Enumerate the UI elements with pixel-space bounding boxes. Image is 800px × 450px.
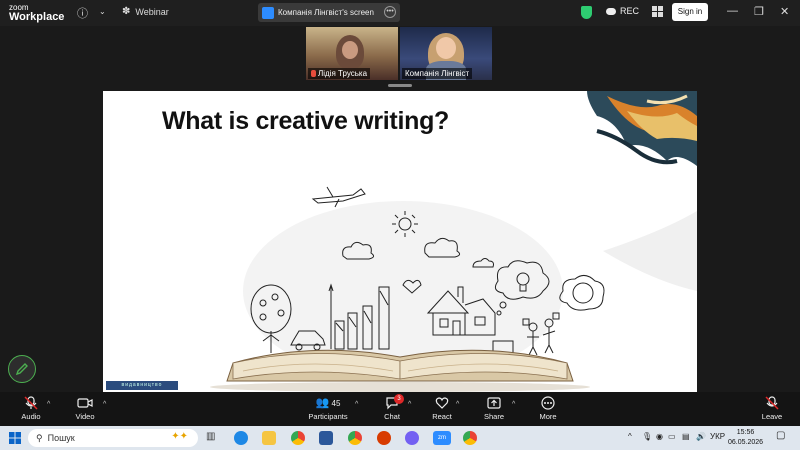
- windows-start-icon[interactable]: [9, 432, 21, 444]
- participant-name-tag: Лідія Труська: [308, 68, 371, 79]
- audio-options-caret[interactable]: ^: [47, 401, 50, 408]
- recording-indicator[interactable]: REC: [606, 6, 639, 16]
- chat-options-caret[interactable]: ^: [408, 401, 411, 408]
- webinar-indicator[interactable]: ✽ Webinar: [122, 6, 169, 17]
- security-shield-icon[interactable]: [581, 6, 592, 19]
- muted-mic-icon: [311, 70, 316, 77]
- tray-battery-icon[interactable]: ▭: [668, 432, 676, 441]
- meeting-toolbar: Audio ^ Video ^ 👥 45 Participants ^ 3 Ch…: [0, 392, 800, 426]
- leave-label: Leave: [761, 412, 783, 421]
- file-explorer-icon[interactable]: [262, 431, 276, 445]
- rec-label: REC: [620, 6, 640, 16]
- search-highlight-icon: ✦✦: [171, 431, 188, 442]
- chat-button[interactable]: 3 Chat: [380, 394, 404, 421]
- pencil-icon: [15, 363, 28, 376]
- zoom-logo: zoom Workplace: [9, 3, 64, 23]
- viber-icon[interactable]: [405, 431, 419, 445]
- participants-count: 45: [331, 399, 341, 408]
- tray-overflow-icon[interactable]: ^: [628, 432, 632, 441]
- notifications-icon[interactable]: ▢: [776, 430, 785, 441]
- publisher-strip: видавництво: [106, 381, 178, 390]
- react-options-caret[interactable]: ^: [456, 401, 459, 408]
- leave-icon: [765, 396, 779, 410]
- chat-icon: 3: [385, 394, 404, 410]
- shared-screen-slide: What is creative writing? видавництво: [103, 91, 697, 392]
- screen-share-tab[interactable]: Компанія Лінгвіст's screen •••: [258, 3, 400, 22]
- participant-name-tag: Компанія Лінгвіст: [402, 68, 473, 79]
- clock-date: 06.05.2026: [728, 439, 764, 446]
- share-screen-icon: [487, 397, 501, 409]
- chrome-window-icon[interactable]: [463, 431, 477, 445]
- zoom-taskbar-icon[interactable]: zm: [433, 431, 451, 445]
- share-options-icon[interactable]: •••: [384, 6, 396, 18]
- cloud-icon: [606, 7, 616, 15]
- info-icon[interactable]: ⓘ: [77, 5, 88, 21]
- video-strip: Лідія Труська Компанія Лінгвіст: [306, 27, 492, 80]
- pdf-reader-icon[interactable]: [377, 431, 391, 445]
- sign-in-button[interactable]: Sign in: [672, 3, 708, 21]
- participants-button[interactable]: 👥 45 Participants: [308, 396, 348, 421]
- muted-mic-icon: [24, 396, 38, 410]
- chrome-profile-icon[interactable]: [348, 431, 362, 445]
- taskbar-clock[interactable]: 15:56 06.05.2026: [728, 428, 763, 448]
- react-button[interactable]: React: [430, 396, 454, 421]
- video-tile[interactable]: Компанія Лінгвіст: [400, 27, 492, 80]
- video-label: Video: [75, 412, 95, 421]
- chat-unread-badge: 3: [394, 394, 404, 404]
- annotate-pen-button[interactable]: [8, 355, 36, 383]
- search-icon: ⚲: [36, 432, 43, 443]
- more-button[interactable]: More: [536, 396, 560, 421]
- word-icon[interactable]: [319, 431, 333, 445]
- video-strip-drag-handle[interactable]: [388, 84, 412, 87]
- webinar-label: Webinar: [135, 6, 169, 17]
- participant-face: [342, 41, 358, 59]
- taskbar-search-box[interactable]: ⚲ Пошук ✦✦: [28, 429, 198, 447]
- close-button[interactable]: ✕: [780, 5, 789, 18]
- clock-time: 15:56: [736, 429, 755, 436]
- apps-grid-icon[interactable]: [652, 6, 663, 17]
- participants-icon: 👥 45: [315, 397, 341, 409]
- maximize-button[interactable]: ❐: [754, 5, 764, 18]
- participant-name: Лідія Труська: [318, 69, 368, 78]
- audio-label: Audio: [21, 412, 41, 421]
- tray-zoom-icon[interactable]: ◉: [656, 432, 663, 441]
- title-bar: zoom Workplace ⓘ ⌄ ✽ Webinar Компанія Лі…: [0, 0, 800, 26]
- keyboard-language[interactable]: УКР: [710, 432, 725, 441]
- participants-options-caret[interactable]: ^: [355, 401, 358, 408]
- open-book-illustration: [210, 186, 605, 392]
- video-tile[interactable]: Лідія Труська: [306, 27, 398, 80]
- windows-taskbar: ⚲ Пошук ✦✦ ▥ zm ^ 🎙 ◉ ▭ ▤ 🔊 УКР 15:56 06…: [0, 426, 800, 450]
- video-camera-icon: [77, 398, 93, 408]
- share-label: Share: [483, 412, 504, 421]
- more-dots-icon: [541, 396, 555, 410]
- task-view-icon[interactable]: ▥: [206, 431, 220, 445]
- chrome-icon[interactable]: [291, 431, 305, 445]
- search-placeholder: Пошук: [47, 433, 75, 443]
- minimize-button[interactable]: —: [727, 5, 738, 17]
- heart-icon: [435, 397, 449, 409]
- chevron-down-icon[interactable]: ⌄: [99, 7, 106, 16]
- webinar-icon: ✽: [122, 6, 131, 17]
- zoom-window: zoom Workplace ⓘ ⌄ ✽ Webinar Компанія Лі…: [0, 0, 800, 450]
- participant-name: Компанія Лінгвіст: [405, 69, 470, 78]
- more-label: More: [539, 412, 557, 421]
- tray-volume-icon[interactable]: 🔊: [696, 432, 706, 441]
- share-options-caret[interactable]: ^: [512, 401, 515, 408]
- edge-browser-icon[interactable]: [234, 431, 248, 445]
- logo-line-2: Workplace: [9, 11, 65, 23]
- leave-button[interactable]: Leave: [760, 396, 784, 421]
- share-tab-label: Компанія Лінгвіст's screen: [278, 8, 374, 17]
- tray-network-icon[interactable]: ▤: [682, 432, 690, 441]
- tray-mic-icon[interactable]: 🎙: [642, 432, 652, 441]
- chat-label: Chat: [384, 412, 400, 421]
- share-app-icon: [262, 6, 274, 19]
- share-button[interactable]: Share: [482, 396, 506, 421]
- audio-button[interactable]: Audio: [18, 396, 44, 421]
- react-label: React: [432, 412, 452, 421]
- participant-face: [436, 37, 456, 59]
- participants-label: Participants: [308, 412, 348, 421]
- video-button[interactable]: Video: [72, 396, 98, 421]
- video-options-caret[interactable]: ^: [103, 401, 106, 408]
